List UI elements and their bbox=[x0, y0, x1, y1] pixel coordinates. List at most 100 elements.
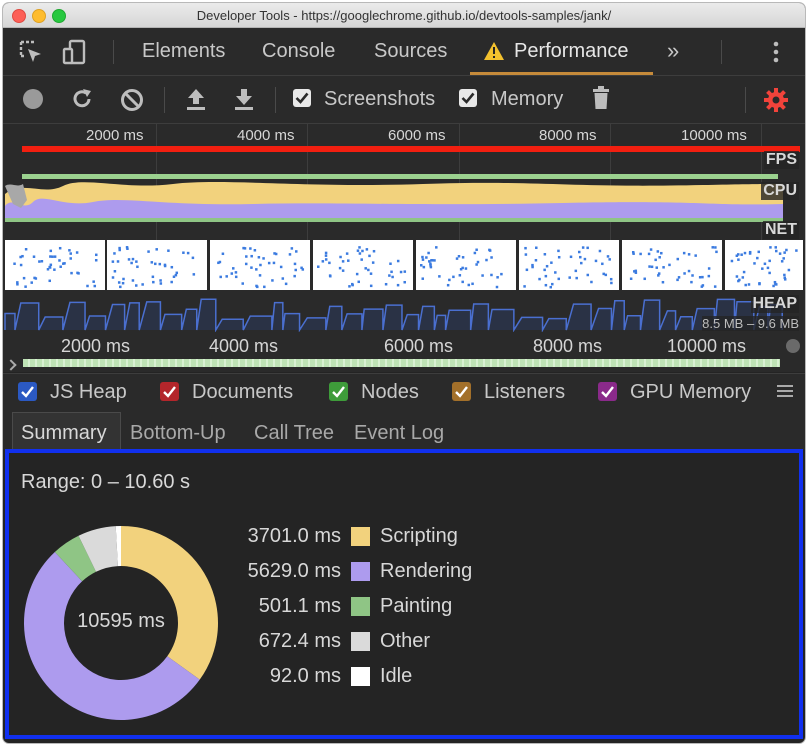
screenshot-dot bbox=[735, 275, 739, 278]
documents-checkbox[interactable] bbox=[160, 382, 179, 401]
record-button[interactable] bbox=[22, 88, 44, 115]
tab-call-tree[interactable]: Call Tree bbox=[254, 422, 334, 445]
screenshot-dot bbox=[256, 285, 259, 289]
screenshot-dot bbox=[471, 282, 474, 286]
screenshot-dot bbox=[427, 251, 430, 255]
expand-arrow-icon[interactable] bbox=[5, 359, 17, 371]
tab-event-log[interactable]: Event Log bbox=[354, 422, 444, 445]
summary-category: Other bbox=[380, 630, 431, 652]
more-tabs-chevron-icon[interactable]: » bbox=[667, 38, 679, 64]
screenshot-dot bbox=[253, 249, 257, 252]
screenshot-dot bbox=[586, 246, 589, 250]
screenshot-dot bbox=[775, 283, 778, 286]
tab-console[interactable]: Console bbox=[262, 40, 335, 63]
screenshot-dot bbox=[365, 248, 369, 251]
screenshot-dot bbox=[368, 254, 371, 258]
screenshot-dot bbox=[580, 261, 583, 265]
cpu-activity-chart bbox=[5, 182, 783, 222]
timeline-overview[interactable]: 2000 ms 4000 ms 6000 ms 8000 ms 10000 ms… bbox=[3, 124, 805, 334]
window-title: Developer Tools - https://googlechrome.g… bbox=[196, 8, 612, 23]
tab-sources[interactable]: Sources bbox=[374, 40, 447, 63]
screenshot-dot bbox=[250, 254, 253, 258]
reload-record-icon[interactable] bbox=[70, 87, 94, 116]
load-profile-icon[interactable] bbox=[184, 87, 208, 116]
flame-ruler[interactable]: 2000 ms 4000 ms 6000 ms 8000 ms 10000 ms bbox=[3, 334, 805, 372]
screenshot-dot bbox=[151, 275, 155, 279]
screenshot-dot bbox=[422, 265, 426, 269]
screenshot-dot bbox=[219, 275, 222, 279]
save-profile-icon[interactable] bbox=[232, 87, 256, 116]
screenshot-dot bbox=[772, 284, 775, 288]
screenshot-dot bbox=[473, 251, 477, 255]
memory-checkbox[interactable] bbox=[459, 89, 477, 107]
clear-icon[interactable] bbox=[120, 88, 144, 117]
screenshot-dot bbox=[48, 279, 51, 283]
screenshot-dot bbox=[690, 280, 693, 284]
screenshot-dot bbox=[458, 274, 462, 277]
screenshot-dot bbox=[141, 283, 144, 286]
scroll-handle[interactable] bbox=[786, 339, 800, 353]
screenshot-dot bbox=[769, 246, 772, 249]
tab-summary[interactable]: Summary bbox=[21, 422, 107, 445]
screenshot-dot bbox=[738, 278, 741, 282]
overview-tick: 4000 ms bbox=[237, 127, 295, 144]
screenshots-checkbox[interactable] bbox=[293, 89, 311, 107]
screenshot-dot bbox=[569, 255, 573, 259]
screenshot-dot bbox=[396, 259, 400, 263]
screenshot-dot bbox=[32, 255, 36, 258]
more-options-kebab-icon[interactable] bbox=[773, 41, 779, 68]
screenshot-dot bbox=[438, 275, 441, 278]
screenshot-dot bbox=[525, 268, 529, 272]
js-heap-checkbox[interactable] bbox=[18, 382, 37, 401]
screenshot-dot bbox=[46, 268, 50, 271]
screenshot-dot bbox=[747, 283, 751, 286]
screenshot-dot bbox=[429, 264, 432, 267]
screenshot-dot bbox=[294, 268, 297, 272]
heap-range-label: 8.5 MB – 9.6 MB bbox=[702, 316, 799, 331]
summary-value: 672.4 ms bbox=[258, 630, 341, 652]
screenshot-dot bbox=[367, 268, 370, 272]
tab-bottom-up[interactable]: Bottom-Up bbox=[130, 422, 226, 445]
legend-menu-icon[interactable] bbox=[777, 384, 793, 403]
tab-performance[interactable]: Performance bbox=[514, 40, 629, 63]
capture-settings-gear-icon[interactable] bbox=[763, 87, 789, 118]
screenshot-dot bbox=[780, 260, 784, 263]
inspect-element-icon[interactable] bbox=[17, 38, 45, 66]
screenshot-dot bbox=[22, 276, 26, 280]
screenshot-dot bbox=[288, 253, 292, 256]
screenshot-dot bbox=[543, 268, 546, 272]
screenshot-dot bbox=[118, 248, 121, 252]
screenshot-dot bbox=[682, 251, 686, 255]
collect-garbage-trash-icon[interactable] bbox=[592, 86, 610, 115]
listeners-checkbox[interactable] bbox=[452, 382, 471, 401]
screenshot-dot bbox=[601, 262, 604, 266]
screenshot-dot bbox=[131, 279, 135, 282]
screenshot-dot bbox=[192, 273, 196, 276]
screenshot-dot bbox=[421, 258, 425, 261]
gpu-memory-checkbox[interactable] bbox=[598, 382, 617, 401]
screenshot-dot bbox=[249, 247, 252, 250]
screenshot-dot bbox=[271, 279, 274, 282]
screenshot-dot bbox=[544, 283, 548, 287]
screenshot-dot bbox=[230, 272, 234, 275]
screenshot-dot bbox=[707, 267, 711, 270]
screenshot-dot bbox=[782, 257, 785, 260]
screenshot-dot bbox=[131, 257, 135, 261]
screenshot-dot bbox=[300, 266, 303, 270]
tab-elements[interactable]: Elements bbox=[142, 40, 225, 63]
screenshot-dot bbox=[543, 253, 547, 256]
screenshot-dot bbox=[481, 274, 484, 277]
screenshot-dot bbox=[785, 248, 788, 252]
nodes-checkbox[interactable] bbox=[329, 382, 348, 401]
ruler-tick: 2000 ms bbox=[61, 336, 131, 356]
screenshot-dot bbox=[69, 252, 72, 255]
screenshot-dot bbox=[75, 251, 79, 254]
screenshot-dot bbox=[232, 267, 235, 270]
screenshot-dot bbox=[136, 265, 139, 269]
screenshot-dot bbox=[421, 277, 425, 280]
device-toolbar-icon[interactable] bbox=[61, 38, 89, 66]
screenshot-dot bbox=[243, 247, 247, 250]
screenshot-dot bbox=[372, 249, 376, 253]
screenshot-dot bbox=[159, 282, 163, 285]
screenshot-dot bbox=[476, 260, 480, 264]
